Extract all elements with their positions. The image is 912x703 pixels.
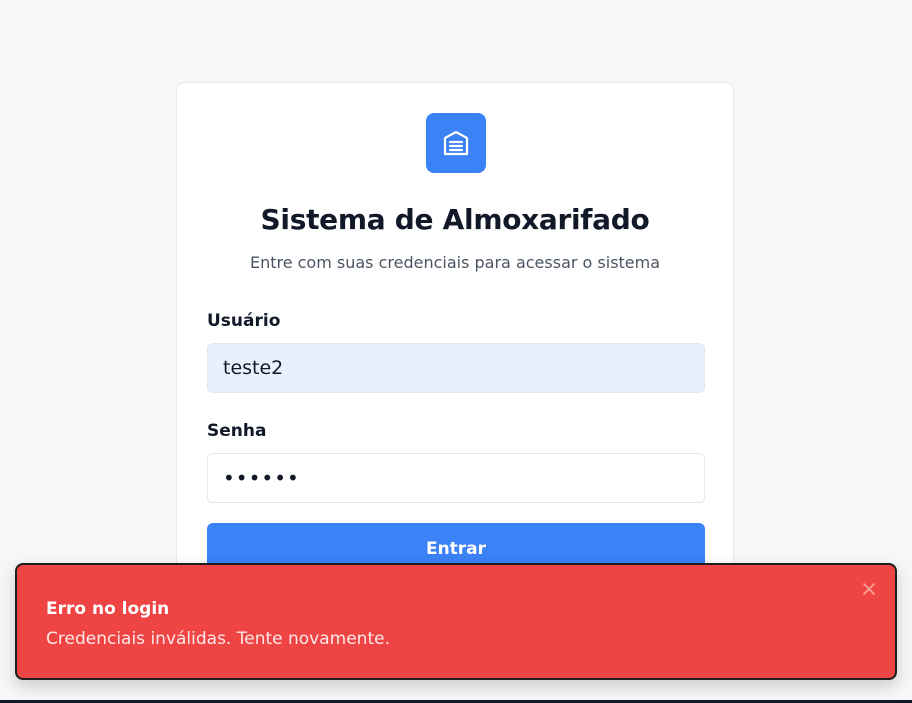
password-label: Senha (207, 421, 267, 441)
toast-message: Credenciais inválidas. Tente novamente. (46, 629, 390, 649)
password-input[interactable] (207, 453, 705, 503)
error-toast: Erro no login Credenciais inválidas. Ten… (15, 563, 897, 680)
toast-title: Erro no login (46, 599, 170, 619)
login-card: Sistema de Almoxarifado Entre com suas c… (176, 82, 734, 642)
username-label: Usuário (207, 311, 281, 331)
page-subtitle: Entre com suas credenciais para acessar … (249, 253, 661, 272)
username-input[interactable] (207, 343, 705, 393)
close-icon[interactable] (859, 579, 879, 599)
page-title: Sistema de Almoxarifado (260, 203, 650, 236)
warehouse-icon (426, 113, 486, 173)
